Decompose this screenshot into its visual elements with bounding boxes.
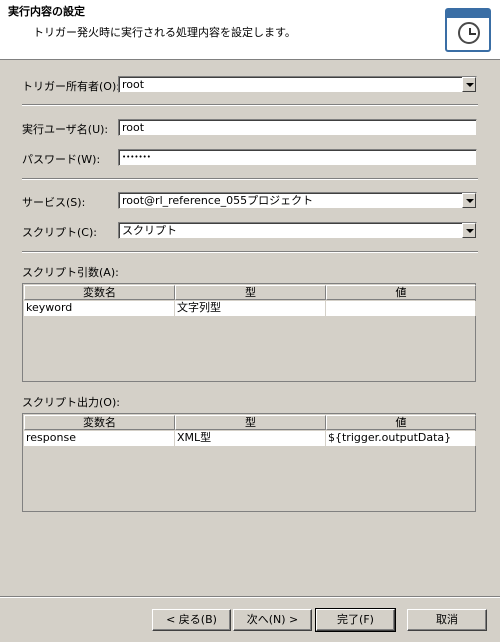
separator	[22, 104, 478, 106]
column-header-name[interactable]: 変数名	[24, 415, 175, 430]
column-header-value[interactable]: 値	[326, 285, 476, 300]
script-args-table[interactable]: 変数名 型 値 keyword 文字列型	[22, 283, 476, 382]
cell-value[interactable]: ${trigger.outputData}	[326, 431, 476, 446]
table-row[interactable]: keyword 文字列型	[24, 301, 476, 316]
cell-type[interactable]: 文字列型	[175, 301, 326, 316]
service-label: サービス(S):	[22, 196, 86, 209]
script-label: スクリプト(C):	[22, 226, 97, 239]
script-value: スクリプト	[122, 224, 177, 237]
exec-user-input[interactable]: root	[118, 119, 477, 136]
service-select[interactable]: root@rl_reference_055プロジェクト	[118, 192, 477, 209]
password-input[interactable]: •••••••	[118, 149, 477, 166]
script-output-label: スクリプト出力(O):	[22, 396, 120, 409]
clock-window-icon	[445, 8, 491, 52]
page-title: 実行内容の設定	[8, 5, 85, 18]
cell-name[interactable]: keyword	[24, 301, 175, 316]
page-description: トリガー発火時に実行される処理内容を設定します。	[33, 26, 296, 39]
exec-user-label: 実行ユーザ名(U):	[22, 123, 109, 136]
cell-name[interactable]: response	[24, 431, 175, 446]
trigger-owner-select[interactable]: root	[118, 76, 477, 93]
script-select[interactable]: スクリプト	[118, 222, 477, 239]
footer-separator	[0, 596, 500, 598]
separator	[22, 251, 478, 253]
column-header-value[interactable]: 値	[326, 415, 476, 430]
cell-value[interactable]	[326, 301, 476, 316]
password-label: パスワード(W):	[22, 153, 101, 166]
table-header: 変数名 型 値	[24, 415, 476, 430]
back-button[interactable]: < 戻る(B)	[152, 609, 231, 631]
trigger-owner-label: トリガー所有者(O):	[22, 80, 120, 93]
next-button[interactable]: 次へ(N) >	[233, 609, 312, 631]
table-header: 変数名 型 値	[24, 285, 476, 300]
column-header-type[interactable]: 型	[175, 285, 326, 300]
chevron-down-icon[interactable]	[462, 223, 476, 238]
column-header-type[interactable]: 型	[175, 415, 326, 430]
cell-type[interactable]: XML型	[175, 431, 326, 446]
trigger-owner-value: root	[122, 78, 145, 91]
script-args-label: スクリプト引数(A):	[22, 266, 119, 279]
separator	[22, 178, 478, 180]
script-output-table[interactable]: 変数名 型 値 response XML型 ${trigger.outputDa…	[22, 413, 476, 512]
table-row[interactable]: response XML型 ${trigger.outputData}	[24, 431, 476, 446]
chevron-down-icon[interactable]	[462, 193, 476, 208]
finish-button[interactable]: 完了(F)	[315, 608, 396, 632]
wizard-header: 実行内容の設定 トリガー発火時に実行される処理内容を設定します。	[0, 0, 500, 60]
service-value: root@rl_reference_055プロジェクト	[122, 194, 314, 207]
cancel-button[interactable]: 取消	[407, 609, 487, 631]
chevron-down-icon[interactable]	[462, 77, 476, 92]
column-header-name[interactable]: 変数名	[24, 285, 175, 300]
